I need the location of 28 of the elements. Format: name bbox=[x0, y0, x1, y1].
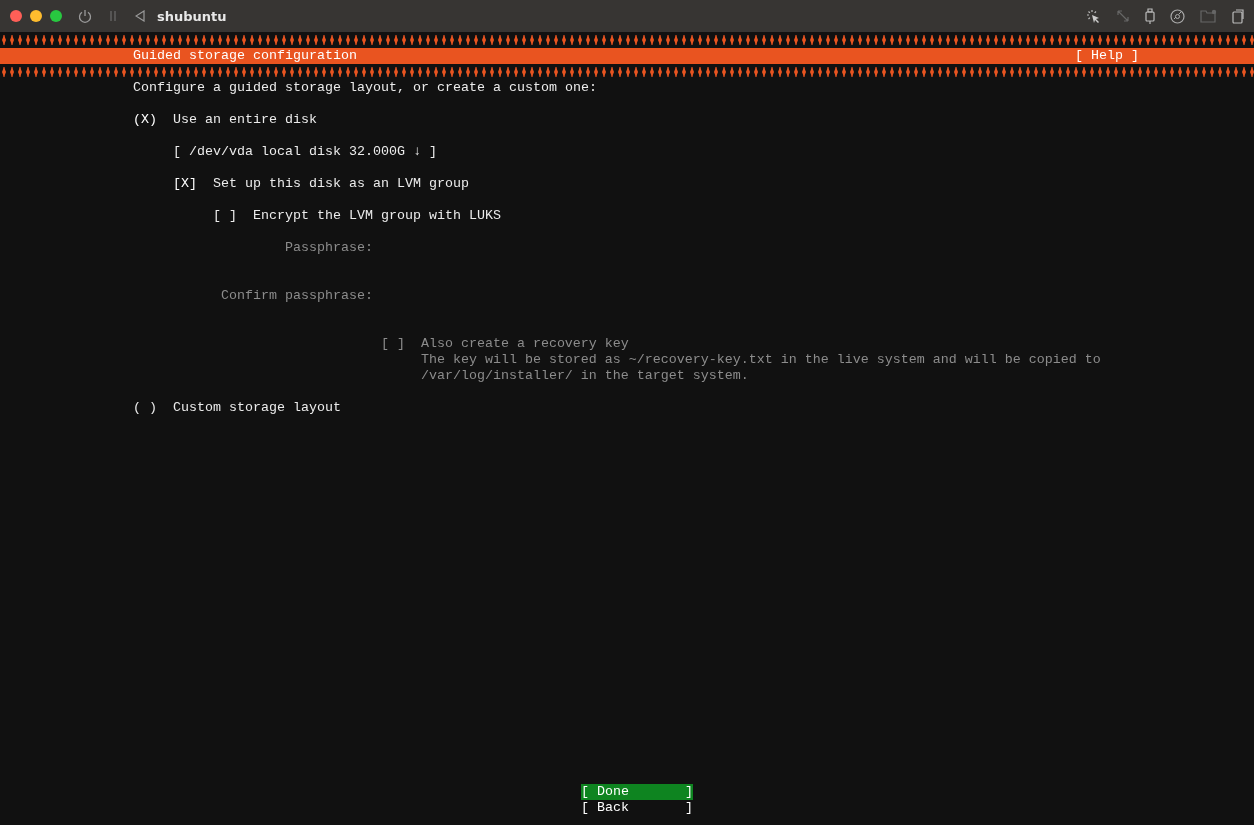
screen-title: Guided storage configuration bbox=[133, 48, 357, 64]
close-button[interactable] bbox=[10, 10, 22, 22]
help-button[interactable]: [ Help ] bbox=[1075, 48, 1139, 64]
minimize-button[interactable] bbox=[30, 10, 42, 22]
field-label: Confirm passphrase: bbox=[220, 288, 373, 304]
option-label: Also create a recovery key bbox=[420, 336, 630, 352]
checkbox[interactable]: [X] bbox=[173, 176, 197, 192]
power-icon[interactable] bbox=[78, 9, 92, 23]
windows-icon[interactable] bbox=[1232, 8, 1244, 24]
intro-text: Configure a guided storage layout, or create a custom one: bbox=[133, 80, 597, 96]
disc-icon[interactable] bbox=[1170, 8, 1185, 24]
option-label: Use an entire disk bbox=[172, 112, 317, 128]
usb-icon[interactable] bbox=[1145, 8, 1155, 24]
option-label: Set up this disk as an LVM group bbox=[212, 176, 469, 192]
field-label: Passphrase: bbox=[283, 240, 373, 256]
menu-button[interactable]: [ Done ] bbox=[581, 784, 693, 800]
option-description: The key will be stored as ~/recovery-key.txt in the live system and will be copied to /var/log/installer/ in the target system. bbox=[420, 352, 1102, 384]
disk-dropdown[interactable]: [ /dev/vda local disk 32.000G ↓ ] bbox=[173, 144, 437, 160]
option-label: Custom storage layout bbox=[172, 400, 341, 416]
radio-button[interactable]: (X) bbox=[133, 112, 157, 128]
checkbox[interactable]: [ ] bbox=[212, 208, 237, 224]
menu-button[interactable]: [ Back ] bbox=[581, 800, 693, 816]
option-label: Encrypt the LVM group with LUKS bbox=[252, 208, 501, 224]
zoom-button[interactable] bbox=[50, 10, 62, 22]
pointer-icon[interactable] bbox=[1086, 8, 1101, 24]
back-icon[interactable] bbox=[135, 10, 145, 22]
radio-button[interactable]: ( ) bbox=[133, 400, 157, 416]
window-title: shubuntu bbox=[157, 8, 227, 24]
